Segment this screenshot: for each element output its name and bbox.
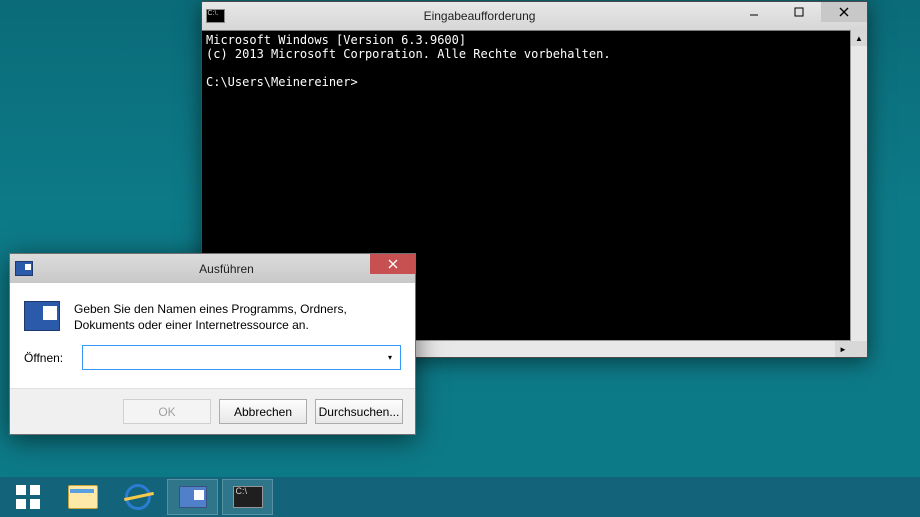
taskbar-run[interactable] (165, 477, 220, 517)
run-program-icon (24, 301, 60, 331)
dropdown-arrow-icon[interactable]: ▾ (382, 349, 398, 365)
taskbar-internet-explorer[interactable] (110, 477, 165, 517)
ie-icon (125, 484, 151, 510)
run-close-button[interactable] (370, 254, 415, 274)
scroll-right-icon[interactable]: ► (835, 341, 851, 357)
command-prompt-title: Eingabeaufforderung (228, 9, 731, 23)
close-button[interactable] (821, 2, 867, 22)
run-icon (179, 486, 207, 508)
vertical-scrollbar[interactable]: ▲ ▼ (850, 30, 867, 357)
taskbar-explorer[interactable] (55, 477, 110, 517)
command-prompt-icon: C:\. (202, 2, 228, 30)
run-dialog: Ausführen Geben Sie den Namen eines Prog… (9, 253, 416, 435)
taskbar: C:\ (0, 477, 920, 517)
scroll-up-icon[interactable]: ▲ (851, 30, 867, 46)
windows-logo-icon (16, 485, 40, 509)
terminal-icon: C:\ (233, 486, 263, 508)
taskbar-command-prompt[interactable]: C:\ (220, 477, 275, 517)
browse-button[interactable]: Durchsuchen... (315, 399, 403, 424)
run-titlebar[interactable]: Ausführen (10, 254, 415, 283)
minimize-button[interactable] (731, 2, 776, 22)
maximize-button[interactable] (776, 2, 821, 22)
run-title: Ausführen (38, 262, 415, 276)
open-input[interactable]: ▾ (82, 345, 401, 370)
resize-grip[interactable] (851, 341, 867, 357)
open-label: Öffnen: (24, 351, 72, 365)
command-prompt-titlebar[interactable]: C:\. Eingabeaufforderung (202, 2, 867, 31)
ok-button[interactable]: OK (123, 399, 211, 424)
run-description: Geben Sie den Namen eines Programms, Ord… (74, 301, 401, 333)
start-button[interactable] (0, 477, 55, 517)
run-title-icon (10, 261, 38, 276)
cancel-button[interactable]: Abbrechen (219, 399, 307, 424)
folder-icon (68, 485, 98, 509)
